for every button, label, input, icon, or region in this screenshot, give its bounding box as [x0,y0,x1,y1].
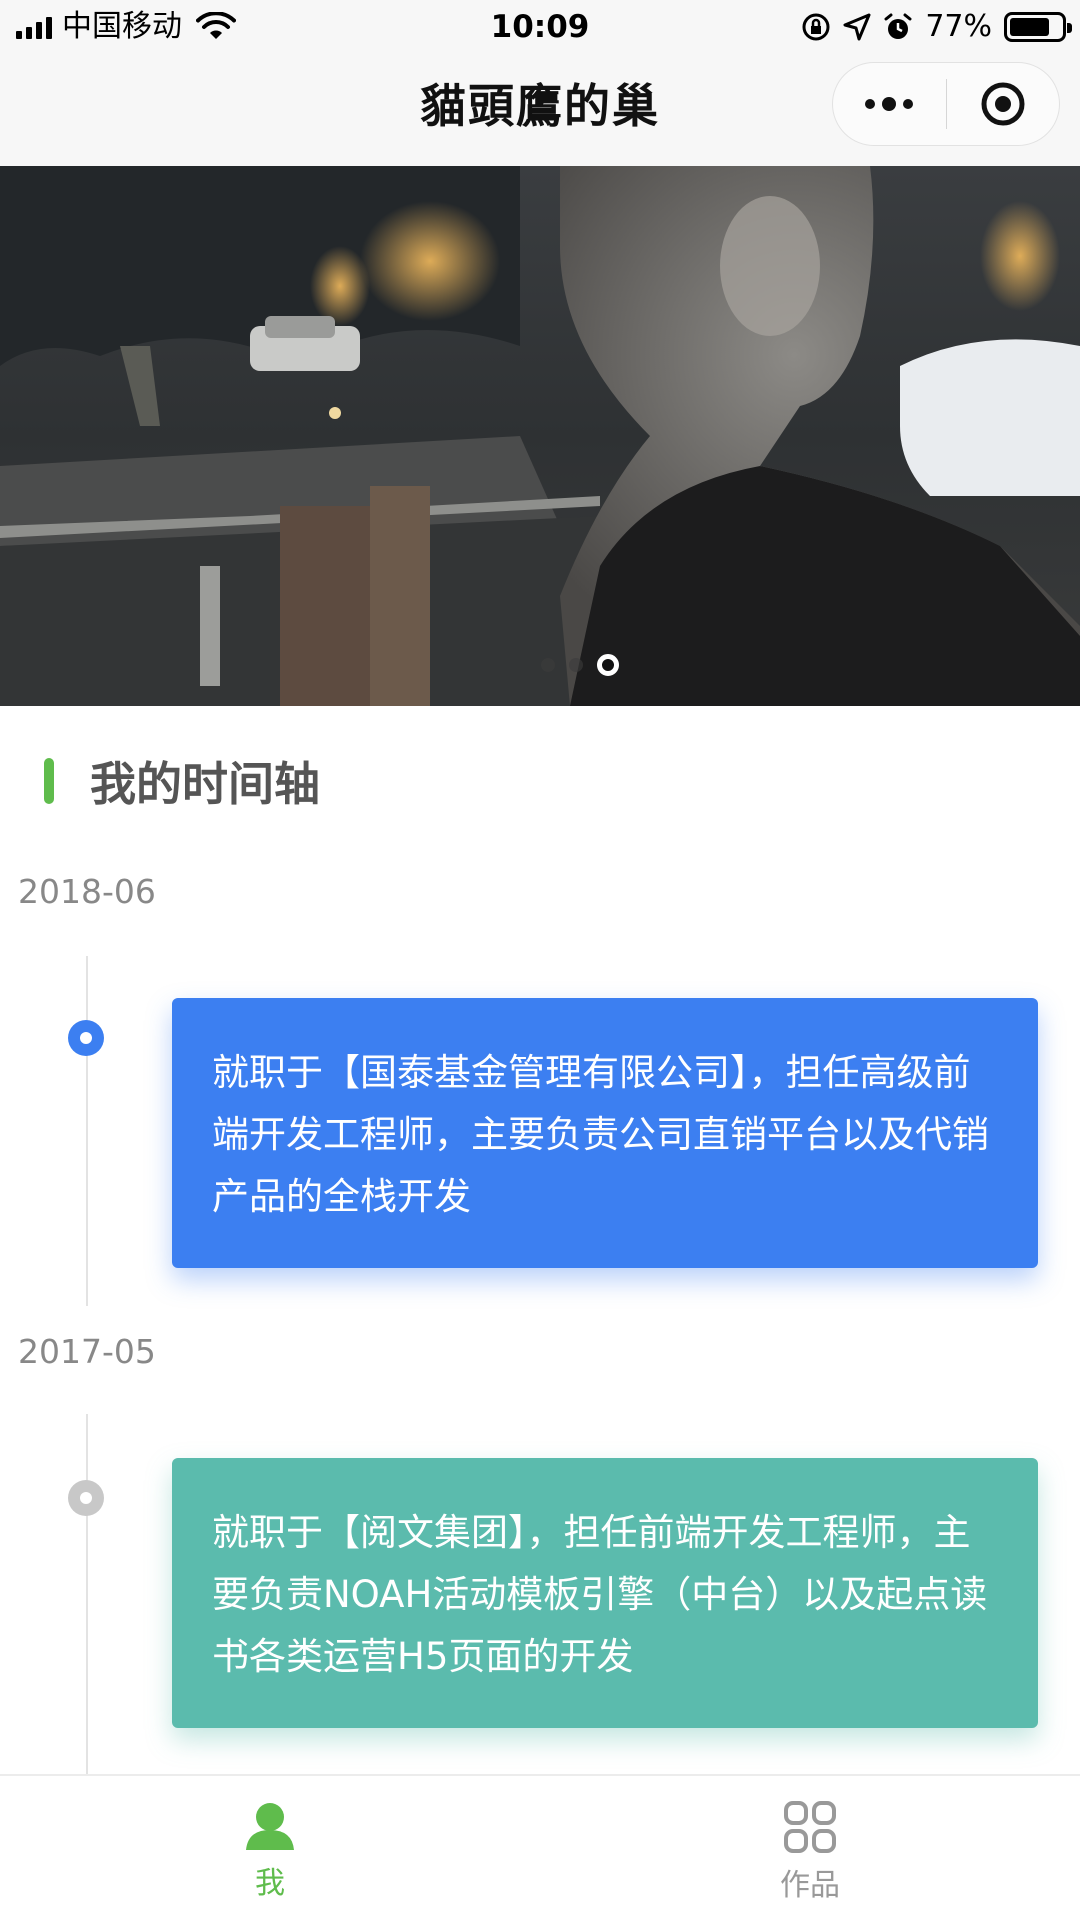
close-target-icon [981,82,1025,126]
close-button[interactable] [947,63,1060,145]
works-grid-icon [784,1801,836,1853]
carousel-dot-active[interactable] [597,654,619,676]
timeline-card-text: 就职于【阅文集团】，担任前端开发工程师，主要负责NOAH活动模板引擎（中台）以及… [212,1511,988,1678]
tab-me[interactable]: 我 [0,1776,540,1920]
timeline-line [86,956,88,1306]
timeline-card[interactable]: 就职于【国泰基金管理有限公司】，担任高级前端开发工程师，主要负责公司直销平台以及… [172,998,1038,1268]
timeline: 2018-06 就职于【国泰基金管理有限公司】，担任高级前端开发工程师，主要负责… [0,870,1080,1780]
status-bar: 中国移动 10:09 77% [0,0,1080,54]
status-right: 77% [801,8,1072,46]
tab-bar: 我 作品 [0,1774,1080,1920]
section-accent-bar [44,758,54,804]
alarm-icon [884,13,912,39]
timeline-node-active [68,1020,104,1056]
timeline-card-text: 就职于【国泰基金管理有限公司】，担任高级前端开发工程师，主要负责公司直销平台以及… [212,1051,989,1218]
timeline-date: 2018-06 [18,872,156,911]
person-icon [246,1803,294,1850]
carousel-indicator [0,654,1080,676]
tab-label: 我 [255,1866,285,1901]
more-icon [865,97,914,111]
tab-label: 作品 [780,1868,840,1903]
section-title: 我的时间轴 [90,757,320,811]
battery-fill [1010,18,1049,36]
more-button[interactable] [833,63,946,145]
battery-percent: 77% [925,9,992,44]
banner-carousel[interactable] [0,166,1080,706]
carousel-dot[interactable] [569,658,583,672]
location-icon [843,13,871,41]
mini-program-capsule [832,62,1060,146]
banner-photo [0,166,1080,706]
timeline-line [86,1414,88,1780]
carousel-dot[interactable] [541,658,555,672]
timeline-date: 2017-05 [18,1332,156,1371]
orientation-lock-icon [802,13,830,41]
nav-bar: 貓頭鷹的巢 [0,54,1080,166]
tab-works[interactable]: 作品 [540,1776,1080,1920]
timeline-card[interactable]: 就职于【阅文集团】，担任前端开发工程师，主要负责NOAH活动模板引擎（中台）以及… [172,1458,1038,1728]
section-header: 我的时间轴 [44,752,320,811]
timeline-node-inactive [68,1480,104,1516]
battery-icon [1004,12,1072,42]
